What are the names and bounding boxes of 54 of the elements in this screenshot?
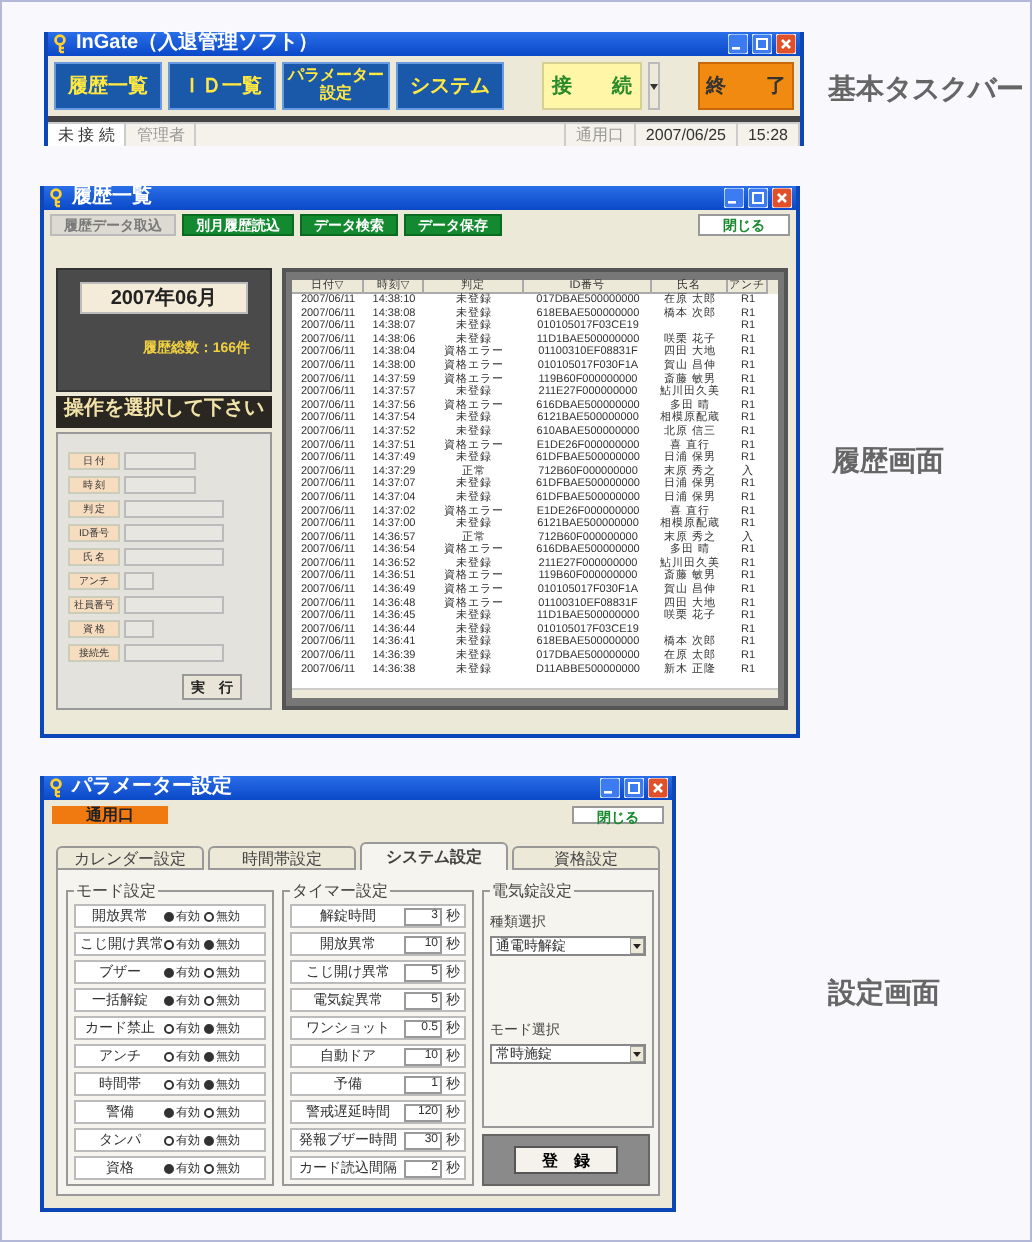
app-icon [52, 34, 72, 54]
app-icon [48, 188, 68, 208]
minimize-icon[interactable] [724, 188, 744, 208]
register-button[interactable]: 登 録 [514, 1146, 618, 1174]
scrollbar[interactable] [292, 688, 778, 698]
prompt-banner: 操作を選択して下さい [56, 396, 272, 428]
group-title: タイマー設定 [290, 880, 390, 902]
close-icon[interactable] [648, 778, 668, 798]
exit-button[interactable]: 終 了 [698, 62, 794, 110]
tab[interactable]: システム設定 [360, 842, 508, 870]
tab[interactable]: 時間帯設定 [208, 846, 356, 870]
tab[interactable]: 資格設定 [512, 846, 660, 870]
nav-button[interactable]: システム [396, 62, 504, 110]
window-title: InGate（入退管理ソフト） [76, 32, 321, 56]
close-icon[interactable] [772, 188, 792, 208]
filter-field[interactable] [124, 547, 224, 565]
nav-button[interactable]: パラメーター設定 [282, 62, 390, 110]
status-text: 管理者 [126, 124, 197, 146]
window-title: 履歴一覧 [72, 186, 154, 210]
caret-icon [630, 1046, 644, 1062]
close-icon[interactable] [776, 34, 796, 54]
nav-button[interactable]: 履歴一覧 [54, 62, 162, 110]
filter-field[interactable] [124, 475, 196, 493]
status-text: 2007/06/25 [635, 124, 738, 146]
group-title: モード設定 [74, 880, 158, 902]
minimize-icon[interactable] [600, 778, 620, 798]
section-caption: 設定画面 [828, 976, 940, 1012]
section-caption: 基本タスクバー [828, 71, 1024, 107]
maximize-icon[interactable] [752, 34, 772, 54]
caret-icon [630, 938, 644, 954]
filter-field[interactable] [124, 499, 224, 517]
connect-button[interactable]: 接 続 [542, 62, 642, 110]
dropdown-button[interactable] [648, 62, 660, 110]
nav-button[interactable]: ＩＤ一覧 [168, 62, 276, 110]
filter-field[interactable] [124, 619, 154, 637]
month-label: 2007年06月 [80, 282, 248, 314]
group-title: 電気錠設定 [490, 880, 574, 902]
caret-icon [650, 83, 658, 89]
filter-field[interactable] [124, 571, 154, 589]
status-text: 通用口 [565, 124, 636, 146]
filter-field[interactable] [124, 523, 224, 541]
window-title: パラメーター設定 [72, 776, 234, 800]
filter-field[interactable] [124, 451, 196, 469]
app-icon [48, 778, 68, 798]
minimize-icon[interactable] [728, 34, 748, 54]
gate-label: 通用口 [52, 806, 168, 824]
maximize-icon[interactable] [624, 778, 644, 798]
section-caption: 履歴画面 [832, 444, 944, 480]
filter-field[interactable] [124, 643, 224, 661]
tab[interactable]: カレンダー設定 [56, 846, 204, 870]
status-text: 15:28 [737, 124, 800, 146]
maximize-icon[interactable] [748, 188, 768, 208]
status-text: 未 接 続 [48, 124, 127, 146]
filter-field[interactable] [124, 595, 224, 613]
